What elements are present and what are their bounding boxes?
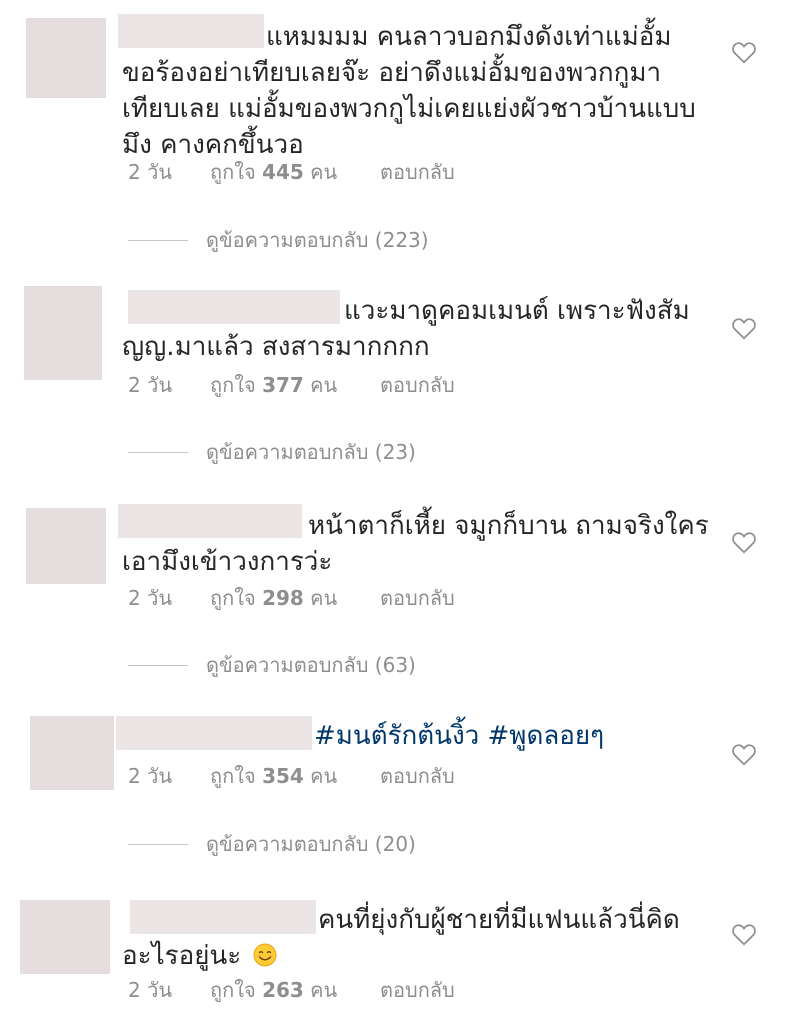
comment-meta: 2 วัน ถูกใจ 445 คน ตอบกลับ	[128, 158, 455, 186]
reply-button[interactable]: ตอบกลับ	[380, 760, 455, 792]
likes-prefix: ถูกใจ	[210, 373, 256, 397]
comment-text: คนที่ยุ่งกับผู้ชายที่มีแฟนแล้วนี่คิด อะไ…	[122, 902, 712, 974]
reply-button[interactable]: ตอบกลับ	[380, 156, 455, 188]
avatar[interactable]	[24, 286, 102, 380]
likes-prefix: ถูกใจ	[210, 978, 256, 1002]
likes-prefix: ถูกใจ	[210, 160, 256, 184]
likes-suffix: คน	[310, 373, 338, 397]
comment-time: 2 วัน	[128, 160, 172, 184]
comment-line: เอามึงเข้าวงการว่ะ	[122, 547, 333, 577]
likes-suffix: คน	[310, 978, 338, 1002]
likes-prefix: ถูกใจ	[210, 764, 256, 788]
comment-time: 2 วัน	[128, 764, 172, 788]
view-replies-button[interactable]: ดูข้อความตอบกลับ (63)	[128, 651, 416, 679]
view-replies-label: ดูข้อความตอบกลับ (23)	[206, 440, 416, 464]
comment-meta: 2 วัน ถูกใจ 298 คน ตอบกลับ	[128, 584, 455, 612]
comment-line: หน้าตาก็เหี้ย จมูกก็บาน ถามจริงใคร	[308, 511, 709, 541]
view-replies-button[interactable]: ดูข้อความตอบกลับ (223)	[128, 226, 429, 254]
likes-number: 377	[262, 373, 304, 397]
heart-outline-icon[interactable]	[731, 316, 757, 340]
divider-line	[128, 843, 188, 845]
likes-number: 263	[262, 978, 304, 1002]
heart-outline-icon[interactable]	[731, 530, 757, 554]
reply-button[interactable]: ตอบกลับ	[380, 369, 455, 401]
heart-outline-icon[interactable]	[731, 742, 757, 766]
divider-line	[128, 451, 188, 453]
view-replies-label: ดูข้อความตอบกลับ (223)	[206, 228, 429, 252]
hashtag-link[interactable]: #มนต์รักต้นงิ้ว	[314, 721, 479, 751]
reply-button[interactable]: ตอบกลับ	[380, 582, 455, 614]
view-replies-button[interactable]: ดูข้อความตอบกลับ (23)	[128, 438, 416, 466]
reply-button[interactable]: ตอบกลับ	[380, 974, 455, 1006]
comment-text: แหมมมม คนลาวบอกมึงดังเท่าแม่อั้ม ขอร้องอ…	[122, 19, 712, 163]
avatar[interactable]	[26, 18, 106, 98]
smiling-face-emoji-icon	[253, 943, 277, 967]
comment-line: ขอร้องอย่าเทียบเลยจ๊ะ อย่าดึงแม่อั้มของพ…	[122, 58, 662, 88]
avatar[interactable]	[20, 900, 110, 974]
likes-suffix: คน	[310, 764, 338, 788]
comment-meta: 2 วัน ถูกใจ 263 คน ตอบกลับ	[128, 976, 455, 1004]
likes-number: 354	[262, 764, 304, 788]
likes-suffix: คน	[310, 160, 338, 184]
comment-line: อะไรอยู่นะ	[122, 941, 242, 971]
divider-line	[128, 239, 188, 241]
comment-meta: 2 วัน ถูกใจ 354 คน ตอบกลับ	[128, 762, 455, 790]
comment-line: ญญ.มาแล้ว สงสารมากกกก	[122, 332, 430, 362]
comment-line: แวะมาดูคอมเมนต์ เพราะฟังสัม	[344, 296, 690, 326]
likes-number: 445	[262, 160, 304, 184]
heart-outline-icon[interactable]	[731, 40, 757, 64]
divider-line	[128, 664, 188, 666]
comment-line: คนที่ยุ่งกับผู้ชายที่มีแฟนแล้วนี่คิด	[318, 905, 680, 935]
comment-text: #มนต์รักต้นงิ้ว #พูดลอยๆ	[122, 718, 712, 754]
avatar[interactable]	[30, 716, 114, 790]
hashtag-link[interactable]: #พูดลอยๆ	[488, 721, 605, 751]
comment-text: หน้าตาก็เหี้ย จมูกก็บาน ถามจริงใคร เอามึ…	[122, 508, 712, 580]
comment-text: แวะมาดูคอมเมนต์ เพราะฟังสัม ญญ.มาแล้ว สง…	[122, 293, 712, 365]
likes-prefix: ถูกใจ	[210, 586, 256, 610]
likes-count[interactable]: ถูกใจ 354 คน	[210, 760, 380, 792]
comment-line: แหมมมม คนลาวบอกมึงดังเท่าแม่อั้ม	[266, 22, 672, 52]
likes-count[interactable]: ถูกใจ 263 คน	[210, 974, 380, 1006]
comment-line: เทียบเลย แม่อั้มของพวกกูไม่เคยแย่งผัวชาว…	[122, 94, 696, 124]
comment-meta: 2 วัน ถูกใจ 377 คน ตอบกลับ	[128, 371, 455, 399]
comment-time: 2 วัน	[128, 978, 172, 1002]
view-replies-button[interactable]: ดูข้อความตอบกลับ (20)	[128, 830, 416, 858]
view-replies-label: ดูข้อความตอบกลับ (20)	[206, 832, 416, 856]
view-replies-label: ดูข้อความตอบกลับ (63)	[206, 653, 416, 677]
avatar[interactable]	[26, 508, 106, 584]
likes-number: 298	[262, 586, 304, 610]
likes-suffix: คน	[310, 586, 338, 610]
comment-time: 2 วัน	[128, 586, 172, 610]
likes-count[interactable]: ถูกใจ 298 คน	[210, 582, 380, 614]
comment-time: 2 วัน	[128, 373, 172, 397]
likes-count[interactable]: ถูกใจ 445 คน	[210, 156, 380, 188]
likes-count[interactable]: ถูกใจ 377 คน	[210, 369, 380, 401]
heart-outline-icon[interactable]	[731, 922, 757, 946]
